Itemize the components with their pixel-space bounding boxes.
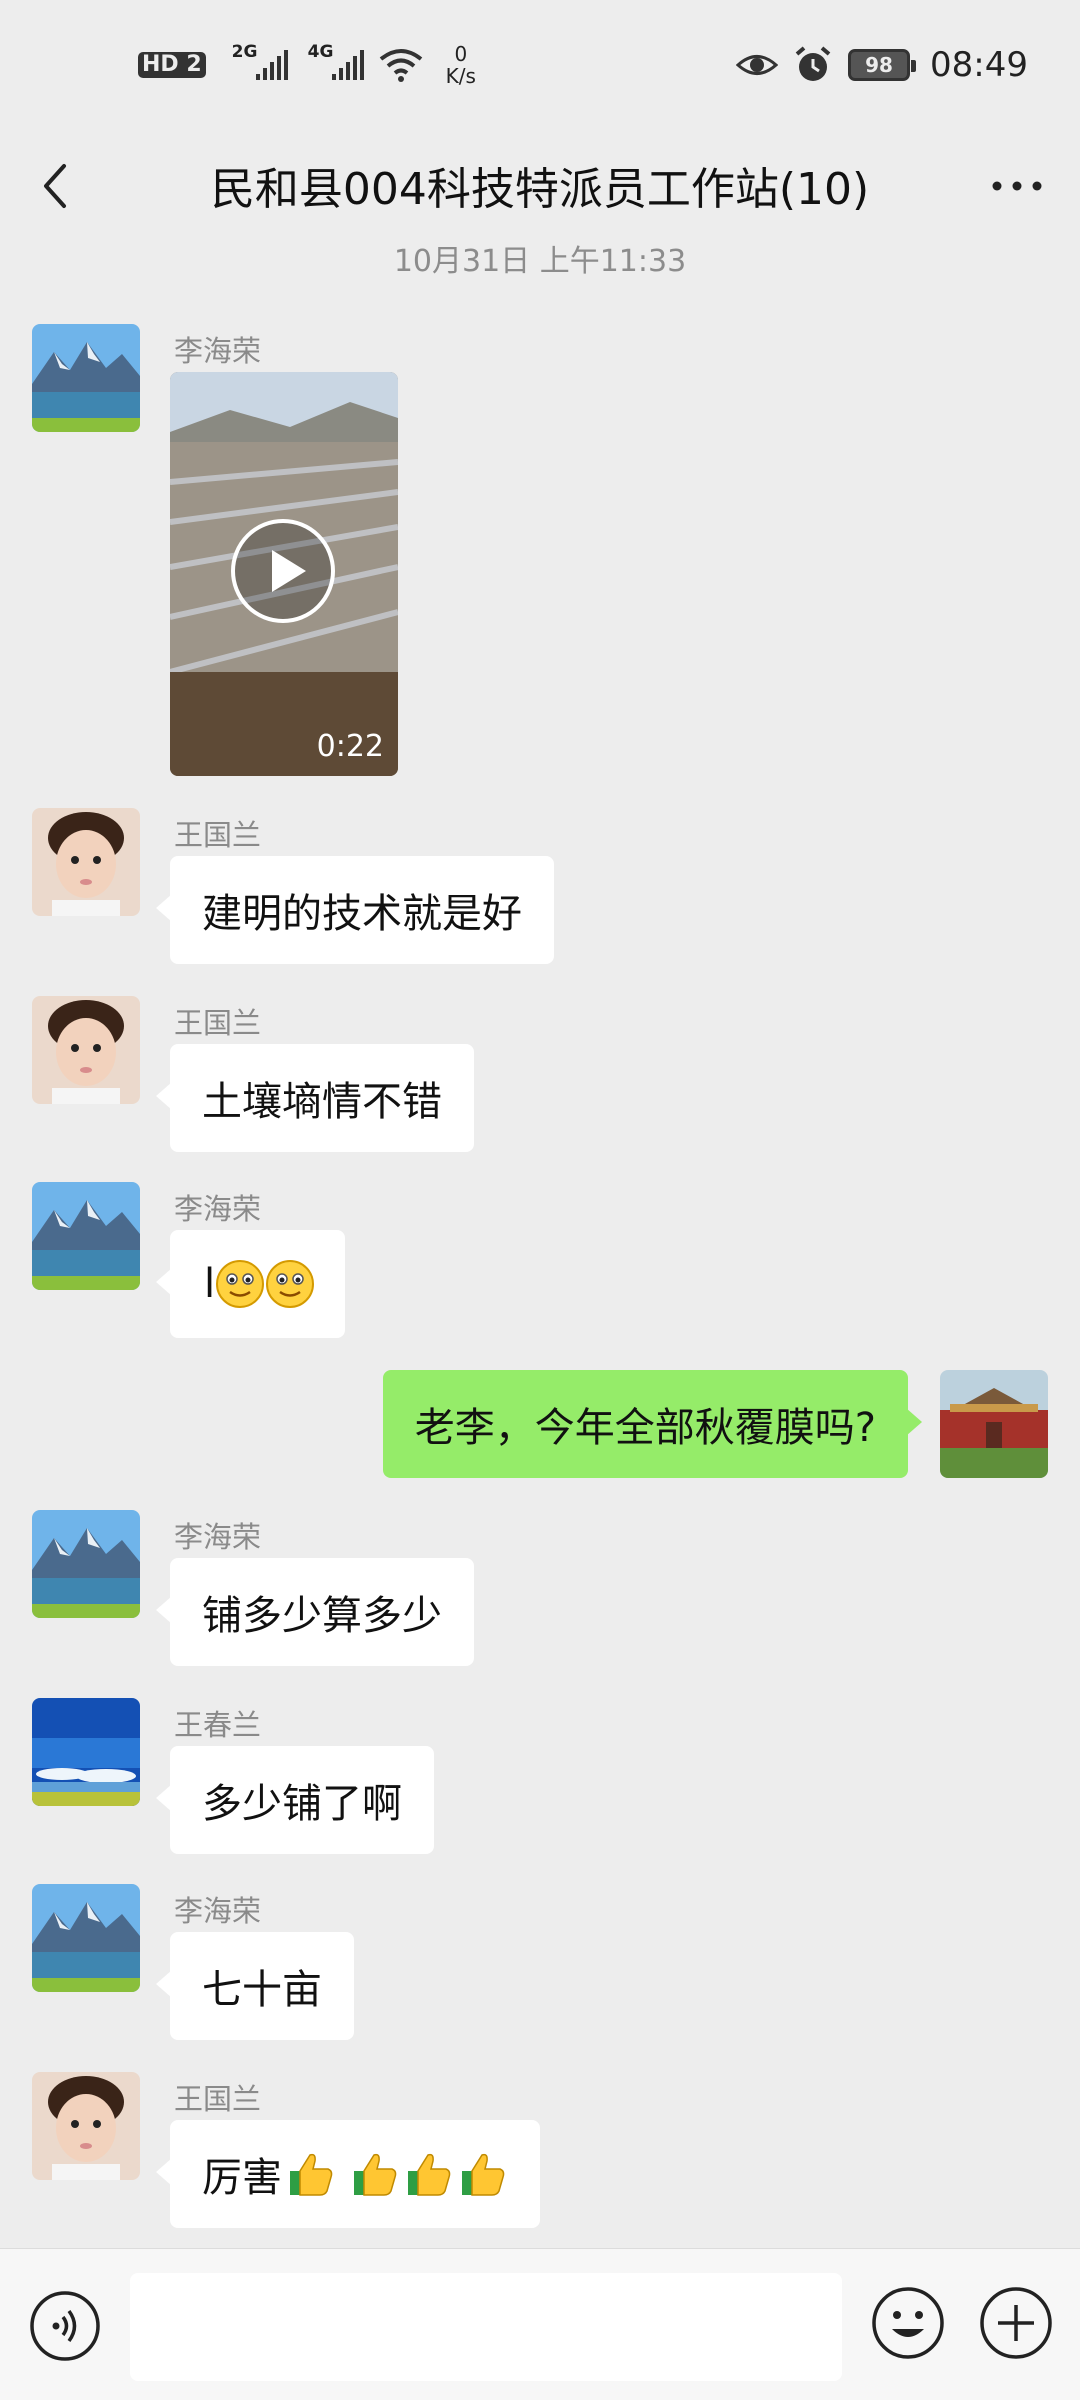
sender-name: 李海荣 (174, 1894, 262, 1928)
avatar[interactable] (32, 324, 140, 432)
sender-name: 李海荣 (174, 334, 262, 368)
network-speed: 0 K/s (445, 42, 476, 88)
clock: 08:49 (930, 45, 1028, 85)
chat-header: 民和县004科技特派员工作站(10) (0, 130, 1080, 240)
avatar[interactable] (32, 1884, 140, 1992)
sender-name: 王国兰 (174, 2082, 262, 2116)
back-chevron-icon[interactable] (30, 156, 90, 216)
signal-4g-icon: 4G (308, 42, 364, 80)
avatar[interactable] (32, 1698, 140, 1806)
avatar[interactable] (32, 1510, 140, 1618)
chat-timestamp: 10月31日 上午11:33 (393, 244, 687, 279)
plus-icon[interactable] (978, 2285, 1054, 2361)
sender-name: 王国兰 (174, 1006, 262, 1040)
message-text: 厉害 (202, 2155, 282, 2201)
avatar[interactable] (32, 808, 140, 916)
message-bubble[interactable]: 多少铺了啊 (156, 1746, 434, 1854)
message-bubble[interactable]: l (155, 1230, 346, 1338)
play-icon[interactable] (228, 516, 338, 626)
video-duration: 0:22 (316, 729, 384, 764)
thumbs-up-icon (290, 2153, 333, 2196)
chat-title: 民和县004科技特派员工作站(10) (210, 164, 870, 215)
wifi-icon (379, 49, 422, 82)
sender-name: 李海荣 (174, 1520, 262, 1554)
smiling-face-icon (266, 1260, 315, 1308)
sender-name: 王春兰 (174, 1708, 262, 1742)
smiley-icon[interactable] (870, 2285, 946, 2361)
more-dots-icon[interactable] (982, 156, 1052, 216)
message-text: l (204, 1261, 216, 1307)
battery-icon: 98 (848, 49, 917, 81)
message-bubble[interactable]: 厉害 (156, 2120, 540, 2228)
message-bubble[interactable]: 铺多少算多少 (156, 1558, 474, 1666)
avatar[interactable] (940, 1370, 1048, 1478)
status-left: HD 2 2G 4G 0 K/s (138, 42, 476, 88)
eye-icon (736, 55, 779, 75)
avatar[interactable] (32, 2072, 140, 2180)
thumbs-up-icon (462, 2153, 505, 2196)
hd-badge: HD 2 (138, 52, 206, 78)
message-bubble[interactable]: 七十亩 (156, 1932, 354, 2040)
status-right: 98 08:49 (736, 44, 1028, 86)
message-bubble[interactable]: 建明的技术就是好 (156, 856, 554, 964)
status-bar: HD 2 2G 4G 0 K/s 98 08:49 (0, 0, 1080, 130)
voice-icon[interactable] (28, 2289, 102, 2363)
sender-name: 李海荣 (174, 1192, 262, 1226)
video-message[interactable]: 0:22 (170, 372, 398, 776)
message-input[interactable] (130, 2273, 842, 2381)
avatar[interactable] (32, 996, 140, 1104)
sender-name: 王国兰 (174, 818, 262, 852)
signal-2g-icon: 2G (232, 42, 288, 80)
input-bar (0, 2248, 1080, 2400)
my-message-bubble[interactable]: 老李，今年全部秋覆膜吗? (382, 1370, 923, 1478)
avatar[interactable] (32, 1182, 140, 1290)
thumbs-up-icon (408, 2153, 451, 2196)
message-bubble[interactable]: 土壤墒情不错 (156, 1044, 474, 1152)
thumbs-up-icon (354, 2153, 397, 2196)
alarm-icon (795, 46, 831, 81)
smiling-face-icon (216, 1260, 265, 1308)
